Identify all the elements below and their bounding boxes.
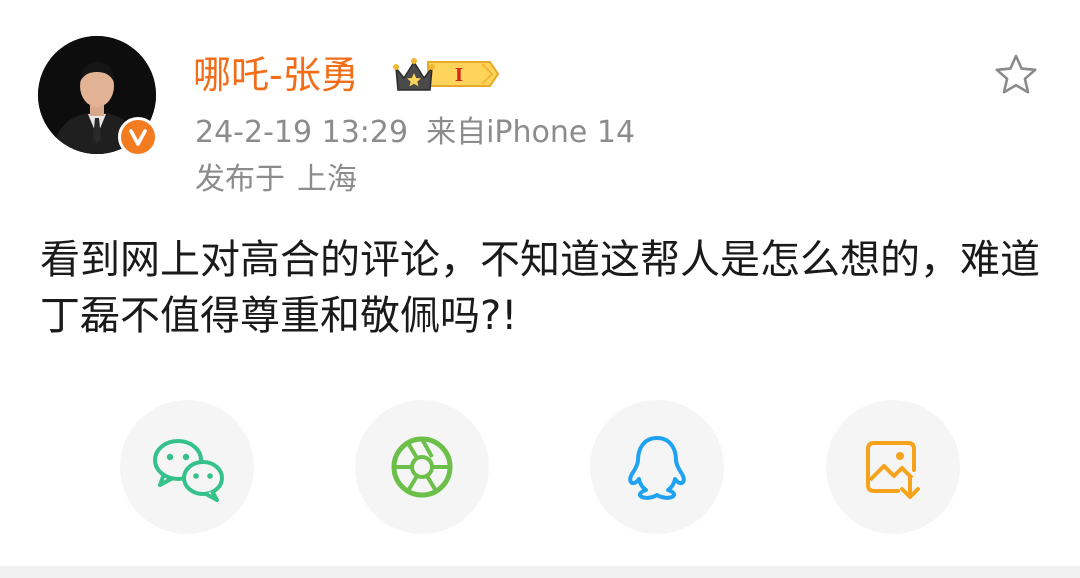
location-prefix: 发布于 bbox=[195, 162, 285, 197]
author-name[interactable]: 哪吒-张勇 bbox=[193, 51, 359, 99]
share-moments-button[interactable] bbox=[355, 400, 489, 534]
share-wechat-button[interactable] bbox=[120, 400, 254, 534]
post-timestamp: 24-2-19 13:29 bbox=[195, 115, 409, 150]
post-meta: 24-2-19 13:29 来自iPhone 14 bbox=[195, 113, 635, 153]
verified-v-icon bbox=[129, 129, 147, 146]
post-source: 来自iPhone 14 bbox=[426, 115, 636, 150]
vip-badge[interactable]: I bbox=[392, 52, 500, 96]
qq-icon bbox=[628, 436, 686, 500]
bottom-divider bbox=[0, 566, 1080, 578]
verified-badge bbox=[118, 117, 158, 157]
favorite-button[interactable] bbox=[992, 52, 1040, 100]
star-icon bbox=[995, 54, 1037, 94]
save-image-button[interactable] bbox=[826, 400, 960, 534]
save-image-icon bbox=[866, 441, 920, 499]
location-name: 上海 bbox=[297, 162, 357, 197]
share-qq-button[interactable] bbox=[590, 400, 724, 534]
post-location: 发布于 上海 bbox=[195, 160, 357, 200]
wechat-icon bbox=[153, 439, 224, 502]
moments-icon bbox=[391, 436, 453, 498]
crown-icon: I bbox=[393, 58, 500, 91]
vip-level-label: I bbox=[455, 65, 463, 86]
post-content: 看到网上对高合的评论，不知道这帮人是怎么想的，难道丁磊不值得尊重和敬佩吗?! bbox=[40, 237, 1040, 339]
